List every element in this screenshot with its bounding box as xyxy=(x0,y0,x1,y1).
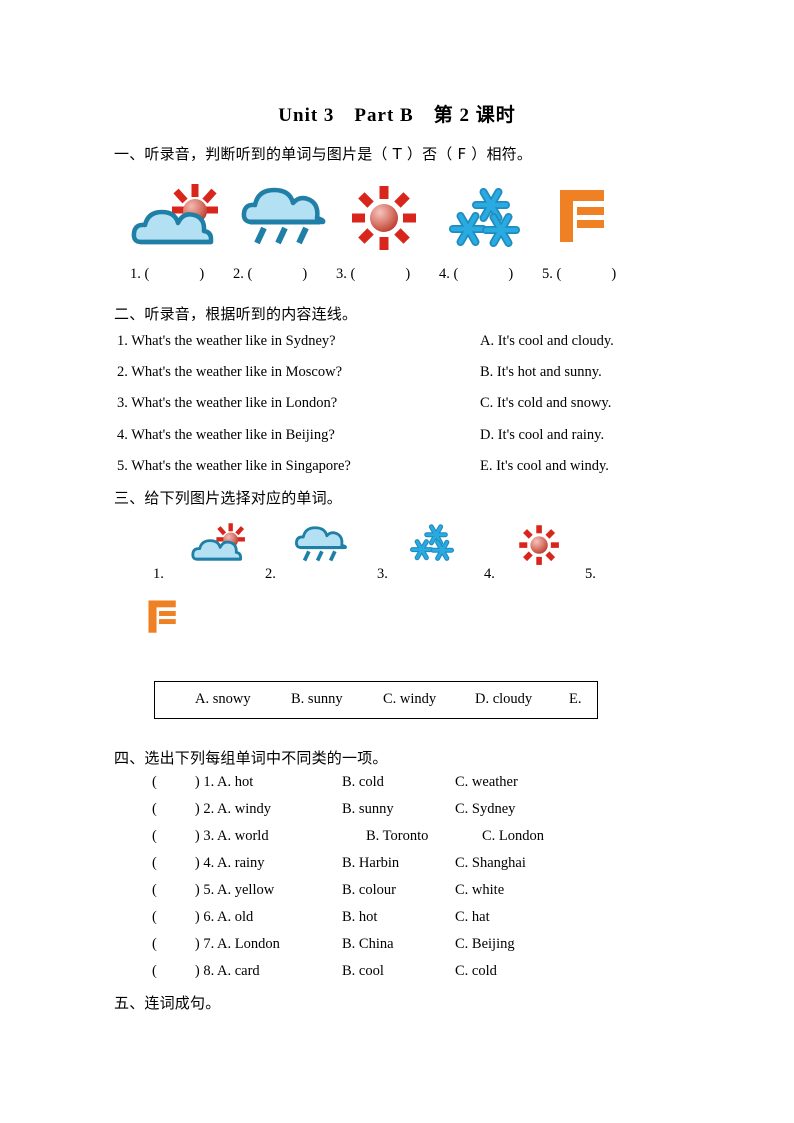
odd-one-out-prompt-6[interactable]: () 6. A. old xyxy=(152,909,253,926)
partly-cloudy-icon xyxy=(131,182,223,246)
odd-one-out-prompt-7[interactable]: () 7. A. London xyxy=(152,936,280,953)
page-title: Unit 3 Part B 第 2 课时 xyxy=(278,105,516,126)
match-question-3[interactable]: 3. What's the weather like in London? xyxy=(117,395,337,412)
word-bank-option-d[interactable]: D. cloudy xyxy=(475,691,532,708)
match-question-4[interactable]: 4. What's the weather like in Beijing? xyxy=(117,427,335,444)
option-c-1[interactable]: C. weather xyxy=(455,774,518,791)
match-answer-e[interactable]: E. It's cool and windy. xyxy=(480,458,609,475)
snowy-icon xyxy=(449,186,521,248)
section-3-number-4: 4. xyxy=(484,566,495,582)
option-b-4[interactable]: B. Harbin xyxy=(342,855,399,872)
option-c-5[interactable]: C. white xyxy=(455,882,504,899)
section-4-heading: 四、选出下列每组单词中不同类的一项。 xyxy=(114,749,388,767)
sunny-icon xyxy=(518,524,560,566)
option-b-2[interactable]: B. sunny xyxy=(342,801,394,818)
match-question-1[interactable]: 1. What's the weather like in Sydney? xyxy=(117,333,336,350)
odd-one-out-prompt-8[interactable]: () 8. A. card xyxy=(152,963,260,980)
sunny-icon xyxy=(350,184,418,252)
option-b-1[interactable]: B. cold xyxy=(342,774,384,791)
windy-icon xyxy=(146,598,178,634)
windy-icon xyxy=(556,186,608,244)
match-answer-c[interactable]: C. It's cold and snowy. xyxy=(480,395,611,412)
word-bank-option-e[interactable]: E. xyxy=(569,691,581,708)
option-b-7[interactable]: B. China xyxy=(342,936,394,953)
match-question-5[interactable]: 5. What's the weather like in Singapore? xyxy=(117,458,351,475)
answer-slot-5[interactable]: 5. () xyxy=(542,266,616,283)
rainy-icon xyxy=(294,524,347,562)
snowy-icon xyxy=(410,523,455,561)
section-3-number-1: 1. xyxy=(153,566,164,582)
match-answer-d[interactable]: D. It's cool and rainy. xyxy=(480,427,604,444)
section-3-number-3: 3. xyxy=(377,566,388,582)
odd-one-out-prompt-4[interactable]: () 4. A. rainy xyxy=(152,855,265,872)
answer-slot-1[interactable]: 1. () xyxy=(130,266,204,283)
worksheet-page: Unit 3 Part B 第 2 课时 一、听录音，判断听到的单词与图片是（ … xyxy=(0,0,794,1123)
option-c-4[interactable]: C. Shanghai xyxy=(455,855,526,872)
answer-slot-4[interactable]: 4. () xyxy=(439,266,513,283)
odd-one-out-prompt-3[interactable]: () 3. A. world xyxy=(152,828,269,845)
section-3-number-5: 5. xyxy=(585,566,596,582)
match-answer-a[interactable]: A. It's cool and cloudy. xyxy=(480,333,614,350)
option-b-8[interactable]: B. cool xyxy=(342,963,384,980)
section-3-number-2: 2. xyxy=(265,566,276,582)
word-bank-box: A. snowy B. sunny C. windy D. cloudy E. xyxy=(154,681,598,719)
rainy-icon xyxy=(240,184,326,246)
match-question-2[interactable]: 2. What's the weather like in Moscow? xyxy=(117,364,342,381)
option-c-6[interactable]: C. hat xyxy=(455,909,490,926)
answer-slot-3[interactable]: 3. () xyxy=(336,266,410,283)
odd-one-out-prompt-1[interactable]: () 1. A. hot xyxy=(152,774,253,791)
partly-cloudy-icon xyxy=(191,522,248,562)
option-b-5[interactable]: B. colour xyxy=(342,882,396,899)
option-c-7[interactable]: C. Beijing xyxy=(455,936,515,953)
answer-slot-2[interactable]: 2. () xyxy=(233,266,307,283)
section-5-heading: 五、连词成句。 xyxy=(114,994,221,1012)
option-b-3[interactable]: B. Toronto xyxy=(366,828,428,845)
option-c-8[interactable]: C. cold xyxy=(455,963,497,980)
option-c-2[interactable]: C. Sydney xyxy=(455,801,515,818)
section-2-heading: 二、听录音，根据听到的内容连线。 xyxy=(114,305,358,323)
word-bank-option-a[interactable]: A. snowy xyxy=(195,691,251,708)
option-b-6[interactable]: B. hot xyxy=(342,909,377,926)
word-bank-option-b[interactable]: B. sunny xyxy=(291,691,343,708)
odd-one-out-prompt-2[interactable]: () 2. A. windy xyxy=(152,801,271,818)
odd-one-out-prompt-5[interactable]: () 5. A. yellow xyxy=(152,882,274,899)
word-bank-option-c[interactable]: C. windy xyxy=(383,691,436,708)
section-1-heading: 一、听录音，判断听到的单词与图片是（ T ）否（ F ）相符。 xyxy=(114,145,533,163)
section-3-heading: 三、给下列图片选择对应的单词。 xyxy=(114,489,343,507)
match-answer-b[interactable]: B. It's hot and sunny. xyxy=(480,364,602,381)
option-c-3[interactable]: C. London xyxy=(482,828,544,845)
